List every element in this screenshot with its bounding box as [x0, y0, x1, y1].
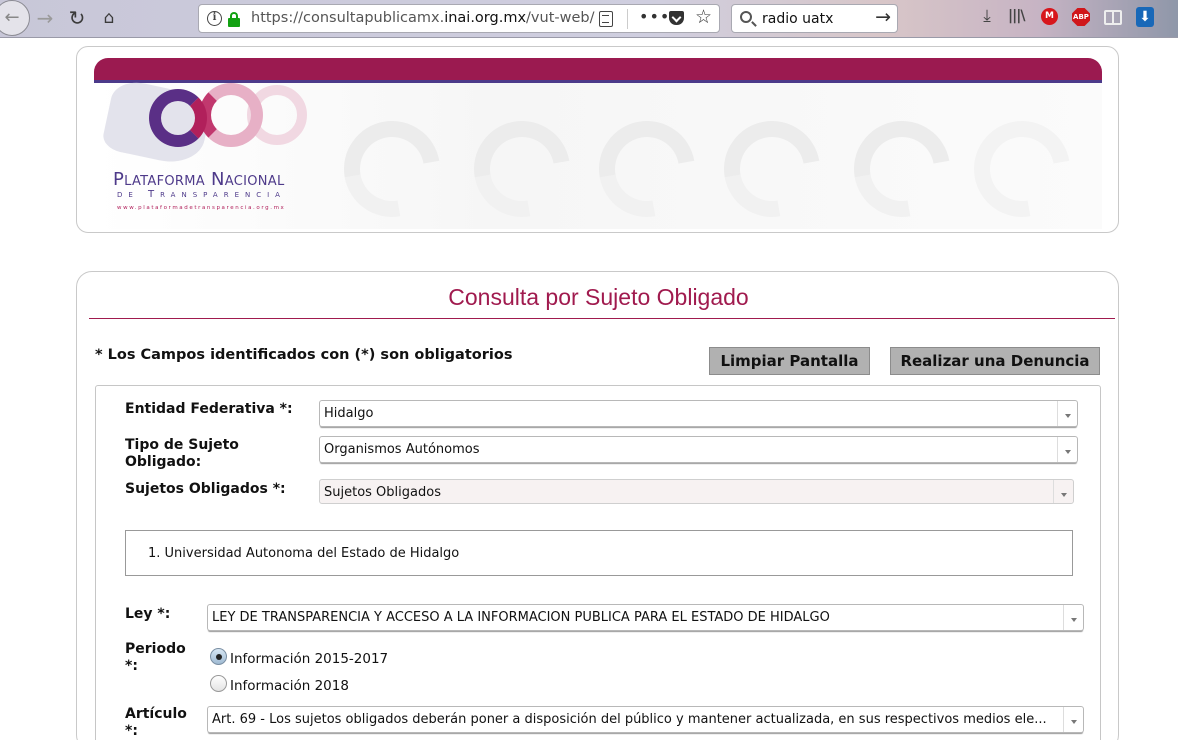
tipo-sujeto-select[interactable]: Organismos Autónomos [319, 436, 1078, 463]
periodo-option-label[interactable]: Información 2015-2017 [230, 651, 388, 667]
info-icon[interactable]: i [207, 11, 222, 26]
periodo-label: Periodo *: [125, 641, 186, 674]
periodo-option-label[interactable]: Información 2018 [230, 678, 349, 694]
tipo-sujeto-value: Organismos Autónomos [324, 442, 480, 457]
ley-select[interactable]: LEY DE TRANSPARENCIA Y ACCESO A LA INFOR… [207, 604, 1084, 631]
swirl-decoration-icon [705, 102, 839, 232]
lock-icon[interactable] [227, 11, 241, 27]
ley-label: Ley *: [125, 606, 171, 622]
filters-panel: Entidad Federativa *: Hidalgo Tipo de Su… [95, 385, 1101, 740]
entidad-label: Entidad Federativa *: [125, 401, 293, 417]
sujetos-value: Sujetos Obligados [324, 485, 441, 500]
sujetos-select[interactable]: Sujetos Obligados [319, 479, 1074, 504]
search-query[interactable]: radio uatx [762, 11, 833, 27]
urlbar-separator [627, 9, 628, 29]
list-item[interactable]: 1. Universidad Autonoma del Estado de Hi… [148, 546, 459, 561]
title-divider [89, 318, 1115, 319]
mail-extension-icon[interactable]: M [1041, 8, 1058, 25]
swirl-decoration-icon [835, 102, 969, 232]
header-banner: Plataforma Nacional de Transparencia www… [76, 46, 1119, 233]
swirl-decoration-icon [325, 102, 459, 232]
swirl-decoration-icon [455, 102, 589, 232]
url-text[interactable]: https://consultapublicamx.inai.org.mx/vu… [251, 10, 594, 26]
logo-subtitle: de Transparencia [117, 189, 286, 200]
swirl-decoration-icon [580, 102, 714, 232]
chevron-down-icon[interactable] [1063, 605, 1083, 630]
sidebar-icon[interactable] [1104, 10, 1122, 25]
search-icon [740, 11, 752, 23]
sujetos-label: Sujetos Obligados *: [125, 481, 286, 497]
logo-title: Plataforma Nacional [113, 169, 285, 190]
articulo-label: Artículo *: [125, 706, 187, 739]
adblock-icon[interactable]: ABP [1072, 8, 1090, 26]
selected-subjects-list: 1. Universidad Autonoma del Estado de Hi… [125, 530, 1073, 576]
periodo-radio-2018[interactable] [210, 675, 227, 692]
required-fields-note: * Los Campos identificados con (*) son o… [95, 347, 513, 363]
search-bar[interactable]: radio uatx → [731, 4, 898, 33]
entidad-value: Hidalgo [324, 406, 374, 421]
chevron-down-icon[interactable] [1053, 480, 1073, 503]
browser-toolbar: ← → ↻ ⌂ i https://consultapublicamx.inai… [0, 0, 1178, 38]
reader-view-icon[interactable] [599, 11, 613, 27]
pocket-icon[interactable] [669, 11, 684, 25]
periodo-radio-2015[interactable] [210, 648, 227, 665]
logo-ring-icon [149, 89, 207, 147]
report-complaint-button[interactable]: Realizar una Denuncia [890, 347, 1100, 375]
swirl-decoration-icon [955, 102, 1089, 232]
chevron-down-icon[interactable] [1063, 707, 1083, 732]
clear-screen-button[interactable]: Limpiar Pantalla [709, 347, 870, 375]
reload-button[interactable]: ↻ [64, 5, 90, 31]
address-bar[interactable]: i https://consultapublicamx.inai.org.mx/… [198, 4, 720, 33]
logo-url: www.plataformadetransparencia.org.mx [117, 205, 286, 211]
header-color-bar [94, 58, 1102, 82]
download-extension-icon[interactable]: ⬇ [1136, 7, 1154, 27]
entidad-select[interactable]: Hidalgo [319, 400, 1078, 427]
forward-button[interactable]: → [32, 5, 58, 31]
page-actions-icon[interactable]: ••• [639, 7, 670, 26]
logo-ring-icon [199, 83, 263, 147]
articulo-value: Art. 69 - Los sujetos obligados deberán … [212, 712, 1047, 727]
chevron-down-icon[interactable] [1057, 437, 1077, 462]
search-go-icon[interactable]: → [875, 6, 891, 28]
library-icon[interactable]: |||\ [1008, 8, 1026, 26]
back-button[interactable]: ← [0, 0, 30, 36]
consulta-form-card: Consulta por Sujeto Obligado * Los Campo… [76, 271, 1119, 740]
download-icon[interactable]: ⤓ [978, 6, 996, 26]
ley-value: LEY DE TRANSPARENCIA Y ACCESO A LA INFOR… [212, 610, 830, 625]
home-button[interactable]: ⌂ [96, 5, 122, 31]
site-logo[interactable]: Plataforma Nacional de Transparencia www… [100, 77, 323, 232]
articulo-select[interactable]: Art. 69 - Los sujetos obligados deberán … [207, 706, 1084, 733]
tipo-sujeto-label: Tipo de Sujeto Obligado: [125, 437, 239, 470]
chevron-down-icon[interactable] [1057, 401, 1077, 426]
page-title: Consulta por Sujeto Obligado [448, 284, 749, 310]
bookmark-star-icon[interactable]: ☆ [695, 6, 712, 28]
